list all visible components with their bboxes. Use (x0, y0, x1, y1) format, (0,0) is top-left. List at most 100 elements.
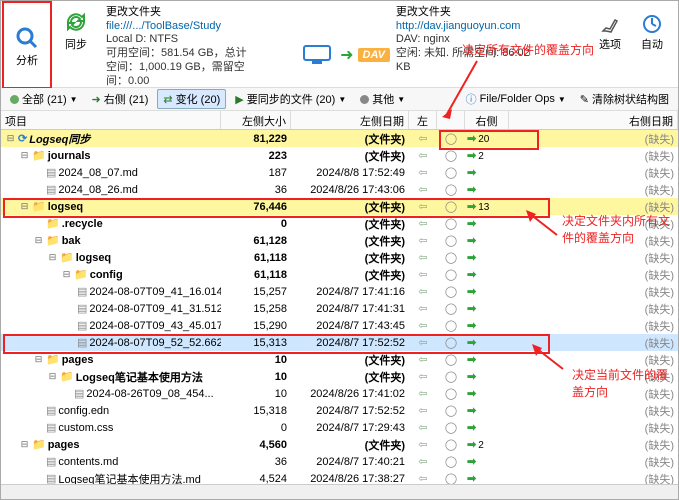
row-arrow-right[interactable]: ➡13 (465, 200, 509, 213)
options-button[interactable]: 选项 (592, 7, 628, 55)
row-arrow-right[interactable]: ➡ (465, 421, 509, 434)
row-arrow-left[interactable]: ⇦ (409, 455, 437, 468)
row-mid-circle[interactable]: ◯ (437, 472, 465, 484)
header-left-size[interactable]: 左侧大小 (221, 111, 291, 129)
row-arrow-left[interactable]: ⇦ (409, 438, 437, 451)
tree-rows[interactable]: 决定文件夹内所有文件的覆盖方向 决定当前文件的覆盖方向 ⊟⟳Logseq同步81… (1, 130, 678, 484)
row-mid-circle[interactable]: ◯ (437, 370, 465, 383)
row-arrow-left[interactable]: ⇦ (409, 149, 437, 162)
row-name-cell[interactable]: ▤Logseq笔记基本使用方法.md (1, 471, 221, 485)
tree-row[interactable]: ▤2024-08-07T09_41_31.512...15,2582024/8/… (1, 300, 678, 317)
row-mid-circle[interactable]: ◯ (437, 149, 465, 162)
expand-toggle[interactable]: ⊟ (19, 201, 30, 212)
row-arrow-left[interactable]: ⇦ (409, 200, 437, 213)
row-name-cell[interactable]: 📁.recycle (1, 217, 221, 230)
row-mid-circle[interactable]: ◯ (437, 183, 465, 196)
row-arrow-right[interactable]: ➡ (465, 251, 509, 264)
row-name-cell[interactable]: ▤2024-08-26T09_08_454... (1, 387, 221, 400)
row-arrow-right[interactable]: ➡ (465, 353, 509, 366)
clear-tree[interactable]: ✎清除树状结构图 (575, 90, 674, 108)
right-change-folder[interactable]: 更改文件夹 (396, 3, 586, 19)
row-arrow-left[interactable]: ⇦ (409, 472, 437, 484)
expand-toggle[interactable]: ⊟ (33, 354, 44, 365)
expand-toggle[interactable]: ⊟ (19, 439, 30, 450)
auto-button[interactable]: 自动 (634, 7, 670, 55)
row-arrow-left[interactable]: ⇦ (409, 387, 437, 400)
row-name-cell[interactable]: ⊟📁pages (1, 438, 221, 451)
row-arrow-right[interactable]: ➡ (465, 285, 509, 298)
row-arrow-right[interactable]: ➡ (465, 166, 509, 179)
row-mid-circle[interactable]: ◯ (437, 404, 465, 417)
header-left-date[interactable]: 左侧日期 (291, 111, 409, 129)
filter-other[interactable]: 其他▼ (355, 90, 410, 108)
row-arrow-left[interactable]: ⇦ (409, 302, 437, 315)
tree-row[interactable]: ⊟⟳Logseq同步81,229(文件夹)⇦◯➡20(缺失) (1, 130, 678, 147)
row-name-cell[interactable]: ▤2024-08-07T09_41_31.512... (1, 302, 221, 315)
row-mid-circle[interactable]: ◯ (437, 200, 465, 213)
tree-row[interactable]: ▤2024-08-07T09_41_16.014...15,2572024/8/… (1, 283, 678, 300)
row-mid-circle[interactable]: ◯ (437, 319, 465, 332)
filter-tosync[interactable]: ▶要同步的文件 (20)▼ (230, 90, 351, 108)
row-arrow-left[interactable]: ⇦ (409, 336, 437, 349)
tree-row[interactable]: ⊟📁journals223(文件夹)⇦◯➡2(缺失) (1, 147, 678, 164)
filter-changes[interactable]: ⇄变化 (20) (157, 89, 226, 109)
tree-row[interactable]: ▤2024_08_26.md362024/8/26 17:43:06⇦◯➡(缺失… (1, 181, 678, 198)
row-arrow-right[interactable]: ➡2 (465, 149, 509, 162)
row-name-cell[interactable]: ▤2024_08_07.md (1, 166, 221, 179)
row-arrow-left[interactable]: ⇦ (409, 132, 437, 145)
row-mid-circle[interactable]: ◯ (437, 268, 465, 281)
row-mid-circle[interactable]: ◯ (437, 132, 465, 145)
row-name-cell[interactable]: ▤custom.css (1, 421, 221, 434)
row-name-cell[interactable]: ▤2024-08-07T09_43_45.017... (1, 319, 221, 332)
row-mid-circle[interactable]: ◯ (437, 234, 465, 247)
row-arrow-right[interactable]: ➡20 (465, 132, 509, 145)
row-arrow-left[interactable]: ⇦ (409, 268, 437, 281)
expand-toggle[interactable]: ⊟ (19, 150, 30, 161)
row-mid-circle[interactable]: ◯ (437, 217, 465, 230)
row-arrow-left[interactable]: ⇦ (409, 251, 437, 264)
tree-row[interactable]: ▤2024-08-07T09_52_52.662...15,3132024/8/… (1, 334, 678, 351)
row-mid-circle[interactable]: ◯ (437, 421, 465, 434)
row-name-cell[interactable]: ⊟⟳Logseq同步 (1, 131, 221, 147)
row-arrow-right[interactable]: ➡ (465, 370, 509, 383)
left-path[interactable]: file:///.../ToolBase/Study (106, 20, 296, 32)
header-name[interactable]: 项目 (1, 111, 221, 129)
row-name-cell[interactable]: ⊟📁logseq (1, 200, 221, 213)
row-name-cell[interactable]: ▤2024-08-07T09_52_52.662... (1, 336, 221, 349)
row-arrow-right[interactable]: ➡ (465, 217, 509, 230)
row-name-cell[interactable]: ⊟📁pages (1, 353, 221, 366)
header-left[interactable]: 左侧 (409, 111, 437, 129)
row-name-cell[interactable]: ▤config.edn (1, 404, 221, 417)
row-mid-circle[interactable]: ◯ (437, 336, 465, 349)
row-arrow-right[interactable]: ➡ (465, 234, 509, 247)
row-name-cell[interactable]: ⊟📁journals (1, 149, 221, 162)
row-name-cell[interactable]: ▤2024_08_26.md (1, 183, 221, 196)
row-arrow-right[interactable]: ➡2 (465, 438, 509, 451)
row-arrow-left[interactable]: ⇦ (409, 217, 437, 230)
row-mid-circle[interactable]: ◯ (437, 387, 465, 400)
filter-all[interactable]: 全部 (21)▼ (5, 90, 83, 108)
row-arrow-left[interactable]: ⇦ (409, 166, 437, 179)
row-arrow-right[interactable]: ➡ (465, 472, 509, 484)
row-arrow-left[interactable]: ⇦ (409, 183, 437, 196)
tree-row[interactable]: ▤config.edn15,3182024/8/7 17:52:52⇦◯➡(缺失… (1, 402, 678, 419)
row-arrow-right[interactable]: ➡ (465, 336, 509, 349)
expand-toggle[interactable]: ⊟ (33, 235, 44, 246)
row-mid-circle[interactable]: ◯ (437, 251, 465, 264)
row-arrow-right[interactable]: ➡ (465, 268, 509, 281)
row-arrow-right[interactable]: ➡ (465, 404, 509, 417)
row-arrow-right[interactable]: ➡ (465, 455, 509, 468)
tree-row[interactable]: ▤Logseq笔记基本使用方法.md4,5242024/8/26 17:38:2… (1, 470, 678, 484)
row-arrow-left[interactable]: ⇦ (409, 370, 437, 383)
row-arrow-left[interactable]: ⇦ (409, 353, 437, 366)
left-change-folder[interactable]: 更改文件夹 (106, 3, 296, 19)
horizontal-scrollbar[interactable] (1, 484, 678, 499)
row-mid-circle[interactable]: ◯ (437, 455, 465, 468)
tree-row[interactable]: ▤contents.md362024/8/7 17:40:21⇦◯➡(缺失) (1, 453, 678, 470)
expand-toggle[interactable]: ⊟ (47, 371, 58, 382)
row-name-cell[interactable]: ▤2024-08-07T09_41_16.014... (1, 285, 221, 298)
row-mid-circle[interactable]: ◯ (437, 353, 465, 366)
tree-row[interactable]: ⊟📁pages4,560(文件夹)⇦◯➡2(缺失) (1, 436, 678, 453)
row-arrow-right[interactable]: ➡ (465, 302, 509, 315)
row-arrow-right[interactable]: ➡ (465, 183, 509, 196)
